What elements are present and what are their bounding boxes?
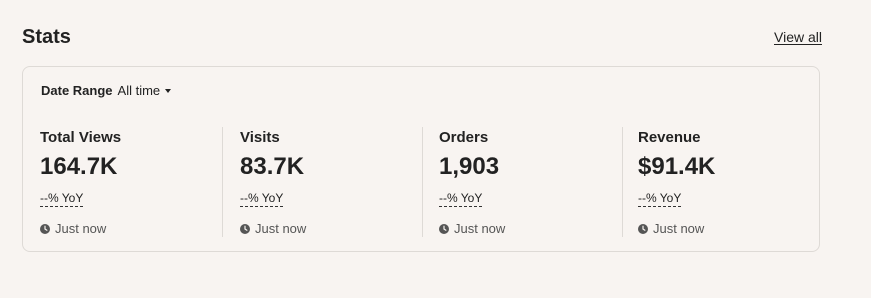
stat-yoy[interactable]: --% YoY xyxy=(638,191,682,207)
stat-divider xyxy=(222,127,223,237)
stat-time-text: Just now xyxy=(255,221,307,236)
stat-yoy[interactable]: --% YoY xyxy=(240,191,284,207)
clock-icon xyxy=(240,223,250,234)
date-range-dropdown[interactable]: Date Range All time xyxy=(41,81,172,99)
stats-card: Date Range All time Total Views 164.7K -… xyxy=(22,66,820,252)
stat-value: 83.7K xyxy=(240,153,305,180)
stat-time-text: Just now xyxy=(653,221,705,236)
stat-label: Revenue xyxy=(638,129,701,146)
page-title: Stats xyxy=(22,26,71,48)
stat-label: Orders xyxy=(439,129,489,146)
stat-yoy[interactable]: --% YoY xyxy=(439,191,483,207)
clock-icon xyxy=(40,223,50,234)
stat-updated: Just now xyxy=(439,221,505,236)
stats-row: Total Views 164.7K --% YoY Just now Visi… xyxy=(23,125,821,239)
clock-icon xyxy=(439,223,449,234)
stat-divider xyxy=(422,127,423,237)
stat-time-text: Just now xyxy=(454,221,506,236)
stat-updated: Just now xyxy=(40,221,106,236)
stat-value: $91.4K xyxy=(638,153,716,180)
stat-updated: Just now xyxy=(638,221,704,236)
stats-header: Stats View all xyxy=(22,24,822,50)
date-range-value: All time xyxy=(117,82,161,98)
stat-value: 1,903 xyxy=(439,153,500,180)
stat-yoy[interactable]: --% YoY xyxy=(40,191,84,207)
stat-updated: Just now xyxy=(240,221,306,236)
stat-time-text: Just now xyxy=(55,221,107,236)
caret-down-icon xyxy=(165,88,172,93)
stat-label: Visits xyxy=(240,129,280,146)
date-range-label: Date Range xyxy=(41,82,113,98)
stat-label: Total Views xyxy=(40,129,122,146)
stat-value: 164.7K xyxy=(40,153,118,180)
view-all-link[interactable]: View all xyxy=(774,28,822,46)
clock-icon xyxy=(638,223,648,234)
stat-divider xyxy=(622,127,623,237)
